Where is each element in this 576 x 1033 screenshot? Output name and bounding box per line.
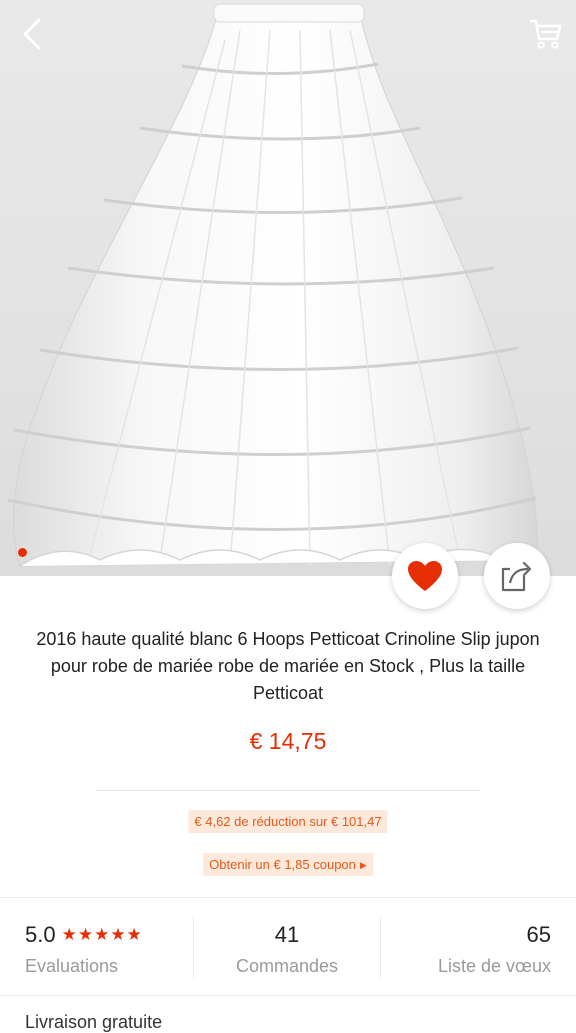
share-button[interactable] <box>484 543 550 609</box>
orders-count: 41 <box>274 922 300 947</box>
product-image <box>7 3 538 567</box>
rating-value-row: 5.0 ★★★★★ <box>25 922 143 948</box>
star-rating-icon: ★★★★★ <box>61 925 143 944</box>
ratings-label: Evaluations <box>25 956 119 976</box>
shopping-cart-icon <box>529 19 562 49</box>
heart-icon <box>408 561 442 591</box>
chevron-left-icon <box>23 18 41 50</box>
product-image-gallery[interactable] <box>0 0 576 576</box>
wishlist-stat[interactable]: 65 Liste de vœux <box>381 898 576 994</box>
orders-label: Commandes <box>235 956 339 976</box>
product-stats: 5.0 ★★★★★ Evaluations 41 Commandes 65 Lis… <box>0 898 576 994</box>
product-title: 2016 haute qualité blanc 6 Hoops Pettico… <box>36 629 540 703</box>
divider <box>0 995 576 996</box>
share-icon <box>501 561 532 592</box>
product-price: € 14,75 <box>249 728 327 754</box>
discount-badge: € 4,62 de réduction sur € 101,47 <box>188 810 388 833</box>
cart-button[interactable] <box>524 12 568 56</box>
coupon-label: Obtenir un € 1,85 coupon <box>209 857 356 872</box>
wishlist-count: 65 <box>526 922 551 947</box>
divider <box>96 790 480 791</box>
gallery-active-dot <box>18 548 27 557</box>
orders-stat[interactable]: 41 Commandes <box>194 898 380 994</box>
back-button[interactable] <box>10 12 54 56</box>
rating-value: 5.0 <box>25 922 56 947</box>
wishlist-label: Liste de vœux <box>437 956 551 976</box>
shipping-info[interactable]: Livraison gratuite <box>25 1012 162 1033</box>
get-coupon-button[interactable]: Obtenir un € 1,85 coupon ▶ <box>203 853 373 876</box>
ratings-stat[interactable]: 5.0 ★★★★★ Evaluations <box>0 898 193 994</box>
favorite-button[interactable] <box>392 543 458 609</box>
chevron-right-icon: ▶ <box>359 860 367 870</box>
